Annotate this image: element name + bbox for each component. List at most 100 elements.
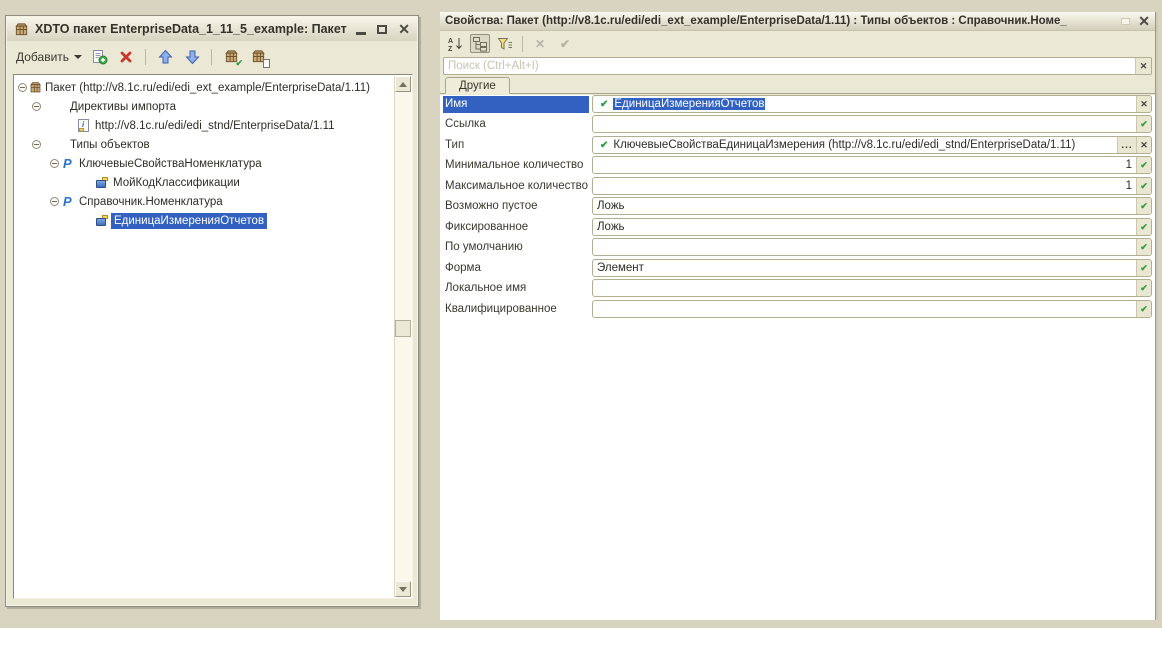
maximize-icon[interactable] — [377, 25, 387, 34]
tab-drugie[interactable]: Другие — [445, 77, 510, 94]
properties-title: Свойства: Пакет (http://v8.1c.ru/edi/edi… — [445, 15, 1117, 27]
property-value-field[interactable]: ✔ — [592, 300, 1152, 318]
xdto-tree: Пакет (http://v8.1c.ru/edi/edi_ext_examp… — [13, 74, 413, 599]
collapse-icon[interactable] — [32, 140, 41, 149]
sort-alphabetical-button[interactable]: A Z — [445, 34, 465, 53]
property-value-field[interactable]: Ложь ✔ — [592, 197, 1152, 215]
dropdown-button[interactable]: ✔ — [1136, 198, 1151, 214]
filter-button[interactable] — [495, 34, 515, 53]
tree-item-spravochnik-type[interactable]: Справочник.Номенклатура — [15, 193, 392, 212]
collapse-icon[interactable] — [50, 159, 59, 168]
property-value-field[interactable]: ✔ — [592, 115, 1152, 133]
new-item-button[interactable] — [89, 47, 109, 67]
collapse-icon[interactable] — [50, 197, 59, 206]
ellipsis-button[interactable]: ... — [1117, 137, 1136, 153]
property-value-field[interactable]: 1 ✔ — [592, 177, 1152, 195]
property-row-lokalnoe-imya: Локальное имя ✔ — [440, 279, 1155, 299]
property-row-max-kolichestvo: Максимальное количество 1 ✔ — [440, 177, 1155, 197]
property-label[interactable]: Минимальное количество — [443, 157, 589, 174]
disabled-x-icon: ✕ — [535, 37, 545, 51]
property-row-forma: Форма Элемент ✔ — [440, 259, 1155, 279]
property-label[interactable]: Тип — [443, 137, 589, 154]
pin-icon[interactable] — [1121, 18, 1130, 25]
properties-tabrow: Другие — [440, 77, 1155, 94]
tree-item-import-directives[interactable]: Директивы импорта — [15, 98, 392, 117]
check-package-button[interactable]: ✔ — [221, 47, 241, 67]
property-label[interactable]: Максимальное количество — [443, 178, 589, 195]
property-value-field[interactable]: ✔ — [592, 238, 1152, 256]
property-value-field[interactable]: Элемент ✔ — [592, 259, 1152, 277]
arrow-down-icon — [185, 49, 200, 65]
sort-az-icon: A Z — [447, 36, 463, 52]
property-row-fiksirovannoe: Фиксированное Ложь ✔ — [440, 218, 1155, 238]
property-value-field[interactable]: Ложь ✔ — [592, 218, 1152, 236]
collapse-icon[interactable] — [18, 83, 27, 92]
property-row-ssylka: Ссылка ✔ — [440, 115, 1155, 135]
window-title: XDTO пакет EnterpriseData_1_11_5_example… — [35, 22, 348, 36]
add-button[interactable]: Добавить — [16, 50, 82, 64]
properties-titlebar[interactable]: Свойства: Пакет (http://v8.1c.ru/edi/edi… — [440, 12, 1155, 31]
tree-scrollbar[interactable] — [394, 76, 411, 597]
import-package-button[interactable] — [248, 47, 268, 67]
dropdown-button[interactable]: ✔ — [1136, 239, 1151, 255]
disabled-check-icon: ✔ — [560, 37, 570, 51]
scroll-up-arrow-icon — [399, 82, 407, 87]
property-label[interactable]: Локальное имя — [443, 280, 589, 297]
property-label[interactable]: По умолчанию — [443, 239, 589, 256]
clear-button[interactable]: ✕ — [1136, 96, 1151, 112]
tree-item-label: Справочник.Номенклатура — [79, 194, 223, 210]
minimize-icon[interactable] — [356, 32, 366, 35]
close-icon[interactable]: ✕ — [1138, 14, 1150, 28]
search-clear-button[interactable]: ✕ — [1135, 58, 1151, 74]
property-label[interactable]: Квалифицированное — [443, 301, 589, 318]
tree-item-label: Директивы импорта — [70, 99, 176, 115]
window-titlebar[interactable]: XDTO пакет EnterpriseData_1_11_5_example… — [7, 17, 417, 41]
property-value-field[interactable]: ✔ — [592, 279, 1152, 297]
move-down-button[interactable] — [182, 47, 202, 67]
scrollbar-thumb[interactable] — [395, 320, 411, 337]
tree-item-object-types[interactable]: Типы объектов — [15, 136, 392, 155]
scroll-down-button[interactable] — [395, 581, 411, 597]
dropdown-button[interactable]: ✔ — [1136, 260, 1151, 276]
dropdown-button[interactable]: ✔ — [1136, 157, 1151, 173]
property-row-vozmozhno-pustoe: Возможно пустое Ложь ✔ — [440, 197, 1155, 217]
clear-button[interactable]: ✕ — [1136, 137, 1151, 153]
dropdown-button[interactable]: ✔ — [1136, 219, 1151, 235]
close-icon[interactable]: ✕ — [398, 22, 410, 36]
tree-item-key-properties-type[interactable]: КлючевыеСвойстваНоменклатура — [15, 155, 392, 174]
property-label[interactable]: Ссылка — [443, 116, 589, 133]
property-value-field[interactable]: 1 ✔ — [592, 156, 1152, 174]
tree-item-import-url[interactable]: i http://v8.1c.ru/edi/edi_stnd/Enterpris… — [15, 117, 392, 136]
collapse-icon[interactable] — [32, 102, 41, 111]
dropdown-button[interactable]: ✔ — [1136, 116, 1151, 132]
package-icon — [14, 22, 29, 37]
apply-button-disabled[interactable]: ✔ — [555, 34, 575, 53]
delete-property-button-disabled[interactable]: ✕ — [530, 34, 550, 53]
search-input[interactable] — [444, 58, 1135, 74]
property-label[interactable]: Имя — [443, 96, 589, 113]
property-value-field[interactable]: ✔ ЕдиницаИзмеренияОтчетов ✕ — [592, 95, 1152, 113]
property-icon — [96, 215, 108, 226]
dropdown-button[interactable]: ✔ — [1136, 178, 1151, 194]
scroll-down-arrow-icon — [399, 587, 407, 592]
tree-item-edinitsa-selected[interactable]: ЕдиницаИзмеренияОтчетов — [15, 212, 392, 231]
dropdown-button[interactable]: ✔ — [1136, 301, 1151, 317]
tree-item-label: КлючевыеСвойстваНоменклатура — [79, 156, 262, 172]
tree-item-moy-kod[interactable]: МойКодКлассификации — [15, 174, 392, 193]
filled-check-icon: ✔ — [600, 99, 608, 110]
dropdown-button[interactable]: ✔ — [1136, 280, 1151, 296]
search-field[interactable]: ✕ — [443, 57, 1152, 75]
group-by-categories-button[interactable] — [470, 34, 490, 53]
scroll-up-button[interactable] — [395, 76, 411, 92]
xdto-package-window: XDTO пакет EnterpriseData_1_11_5_example… — [5, 15, 419, 607]
screen: XDTO пакет EnterpriseData_1_11_5_example… — [0, 0, 1162, 648]
tree-item-package[interactable]: Пакет (http://v8.1c.ru/edi/edi_ext_examp… — [15, 79, 392, 98]
property-label[interactable]: Возможно пустое — [443, 198, 589, 215]
property-label[interactable]: Фиксированное — [443, 219, 589, 236]
property-label[interactable]: Форма — [443, 260, 589, 277]
categories-tree-icon — [472, 36, 488, 52]
property-value-field[interactable]: ✔ КлючевыеСвойстваЕдиницаИзмерения (http… — [592, 136, 1152, 154]
delete-button[interactable] — [116, 47, 136, 67]
move-up-button[interactable] — [155, 47, 175, 67]
tree-item-label: Типы объектов — [70, 137, 150, 153]
